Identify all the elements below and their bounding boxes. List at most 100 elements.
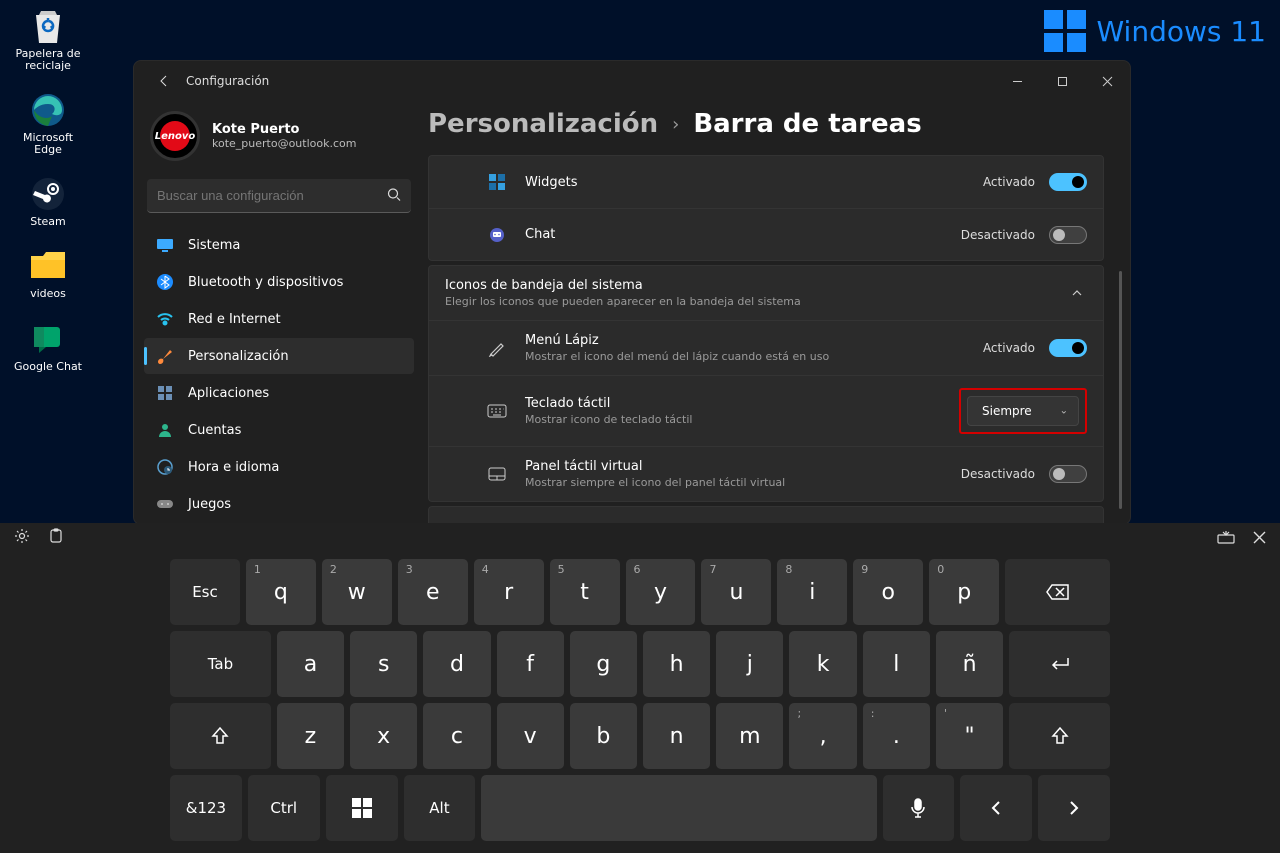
dropdown-value: Siempre <box>982 404 1032 418</box>
avatar-text: Lenovo <box>160 121 190 151</box>
key-⇧[interactable] <box>170 703 271 769</box>
chat-icon <box>487 227 507 243</box>
nav-personalization[interactable]: Personalización <box>144 338 414 374</box>
crumb-parent[interactable]: Personalización <box>428 109 658 139</box>
row-title: Teclado táctil <box>525 396 959 411</box>
key-q[interactable]: 1q <box>246 559 316 625</box>
toggle-pen[interactable] <box>1049 339 1087 357</box>
desktop-steam[interactable]: Steam <box>8 174 88 228</box>
keyboard-dock-icon[interactable] <box>1217 529 1235 548</box>
key-b[interactable]: b <box>570 703 637 769</box>
row-chat[interactable]: Chat Desactivado <box>429 208 1103 260</box>
key-n[interactable]: n <box>643 703 710 769</box>
key-h[interactable]: h <box>643 631 710 697</box>
desktop-edge[interactable]: Microsoft Edge <box>8 90 88 156</box>
key-x[interactable]: x <box>350 703 417 769</box>
settings-nav: Sistema Bluetooth y dispositivos Red e I… <box>144 227 414 522</box>
row-tray-header[interactable]: Iconos de bandeja del sistema Elegir los… <box>429 266 1103 320</box>
key-Ctrl[interactable]: Ctrl <box>248 775 320 841</box>
key-&123[interactable]: &123 <box>170 775 242 841</box>
key-,[interactable]: ;, <box>789 703 856 769</box>
key-⇧[interactable] <box>1009 703 1110 769</box>
row-pen-menu[interactable]: Menú Lápiz Mostrar el icono del menú del… <box>429 320 1103 375</box>
toggle-vtouchpad[interactable] <box>1049 465 1087 483</box>
key-t[interactable]: 5t <box>550 559 620 625</box>
key-"[interactable]: '" <box>936 703 1003 769</box>
key-Alt[interactable]: Alt <box>404 775 476 841</box>
minimize-button[interactable] <box>995 66 1040 96</box>
key-🎤[interactable] <box>883 775 955 841</box>
key-r[interactable]: 4r <box>474 559 544 625</box>
wifi-icon <box>156 310 174 328</box>
key-space[interactable] <box>481 775 876 841</box>
key-p[interactable]: 0p <box>929 559 999 625</box>
key-a[interactable]: a <box>277 631 344 697</box>
row-touch-keyboard[interactable]: Teclado táctil Mostrar icono de teclado … <box>429 375 1103 446</box>
key-o[interactable]: 9o <box>853 559 923 625</box>
key-e[interactable]: 3e <box>398 559 468 625</box>
nav-sistema[interactable]: Sistema <box>144 227 414 263</box>
key-c[interactable]: c <box>423 703 490 769</box>
back-button[interactable] <box>152 69 176 93</box>
chevron-up-icon[interactable] <box>1067 280 1087 307</box>
key-g[interactable]: g <box>570 631 637 697</box>
key-u[interactable]: 7u <box>701 559 771 625</box>
settings-search[interactable] <box>147 179 411 213</box>
key-w[interactable]: 2w <box>322 559 392 625</box>
desktop-recycle-bin[interactable]: Papelera de reciclaje <box>8 6 88 72</box>
nav-time-language[interactable]: Hora e idioma <box>144 449 414 485</box>
profile-name: Kote Puerto <box>212 122 356 137</box>
nav-network[interactable]: Red e Internet <box>144 301 414 337</box>
desktop-folder-videos[interactable]: videos <box>8 246 88 300</box>
keyboard-settings-icon[interactable] <box>14 528 30 548</box>
key-j[interactable]: j <box>716 631 783 697</box>
key-Esc[interactable]: Esc <box>170 559 240 625</box>
close-button[interactable] <box>1085 66 1130 96</box>
steam-icon <box>28 174 68 214</box>
monitor-icon <box>156 236 174 254</box>
key-ñ[interactable]: ñ <box>936 631 1003 697</box>
key-<[interactable] <box>960 775 1032 841</box>
key-y[interactable]: 6y <box>626 559 696 625</box>
key-s[interactable]: s <box>350 631 417 697</box>
key-i[interactable]: 8i <box>777 559 847 625</box>
dropdown-touch-keyboard[interactable]: Siempre ⌄ <box>967 396 1079 426</box>
key-k[interactable]: k <box>789 631 856 697</box>
settings-window: Configuración Lenovo Kote Puerto kote_pu… <box>133 60 1131 525</box>
row-widgets[interactable]: Widgets Activado <box>429 156 1103 208</box>
nav-bluetooth[interactable]: Bluetooth y dispositivos <box>144 264 414 300</box>
desktop-icon-label: Steam <box>30 216 66 228</box>
key-l[interactable]: l <box>863 631 930 697</box>
desktop-google-chat[interactable]: Google Chat <box>8 319 88 373</box>
breadcrumb: Personalización › Barra de tareas <box>428 101 1104 155</box>
touchpad-icon <box>487 467 507 481</box>
key->[interactable] <box>1038 775 1110 841</box>
key-f[interactable]: f <box>497 631 564 697</box>
key-v[interactable]: v <box>497 703 564 769</box>
keyboard-clipboard-icon[interactable] <box>48 528 64 548</box>
nav-games[interactable]: Juegos <box>144 486 414 522</box>
row-virtual-touchpad[interactable]: Panel táctil virtual Mostrar siempre el … <box>429 446 1103 501</box>
nav-accounts[interactable]: Cuentas <box>144 412 414 448</box>
search-icon <box>387 187 401 206</box>
key-.[interactable]: :. <box>863 703 930 769</box>
key-⊞[interactable] <box>326 775 398 841</box>
key-z[interactable]: z <box>277 703 344 769</box>
nav-apps[interactable]: Aplicaciones <box>144 375 414 411</box>
scrollbar[interactable] <box>1119 271 1122 509</box>
chevron-down-icon: ⌄ <box>1060 406 1068 417</box>
keyboard-close-icon[interactable] <box>1253 529 1266 548</box>
row-other-tray-header[interactable]: Otros iconos de bandeja del sistema <box>429 507 1103 524</box>
key-d[interactable]: d <box>423 631 490 697</box>
key-Tab[interactable]: Tab <box>170 631 271 697</box>
maximize-button[interactable] <box>1040 66 1085 96</box>
key-m[interactable]: m <box>716 703 783 769</box>
toggle-chat[interactable] <box>1049 226 1087 244</box>
search-input[interactable] <box>147 179 411 213</box>
keyboard-toolbar <box>0 523 1280 553</box>
profile-block[interactable]: Lenovo Kote Puerto kote_puerto@outlook.c… <box>144 101 414 179</box>
key-↵[interactable] <box>1009 631 1110 697</box>
row-title: Menú Lápiz <box>525 333 983 348</box>
key-⌫[interactable] <box>1005 559 1110 625</box>
toggle-widgets[interactable] <box>1049 173 1087 191</box>
